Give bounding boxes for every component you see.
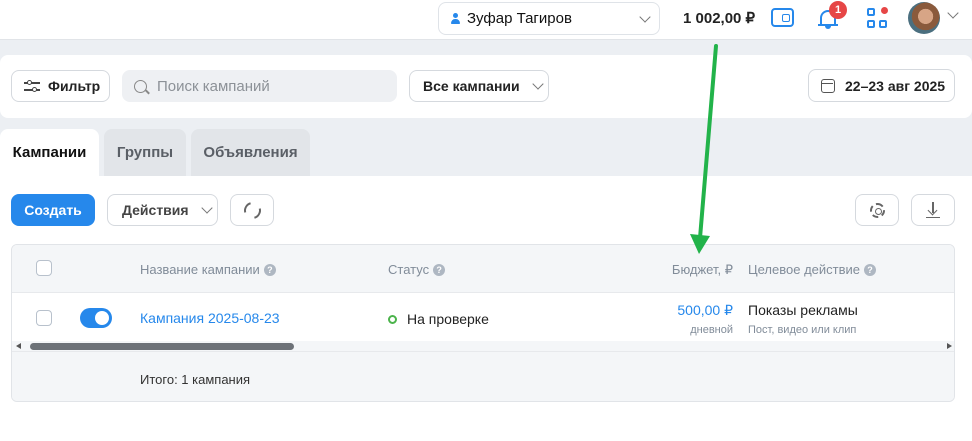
table-footer: Итого: 1 кампания — [12, 351, 954, 401]
download-button[interactable] — [911, 194, 955, 226]
filter-button-label: Фильтр — [48, 78, 101, 94]
campaign-filter-label: Все кампании — [423, 78, 520, 94]
search-box[interactable] — [122, 70, 397, 102]
apps-notification-dot — [881, 7, 888, 14]
campaigns-panel: Создать Действия Название кампании ? Ста… — [0, 176, 972, 441]
scrollbar-thumb[interactable] — [30, 343, 294, 350]
status-label: На проверке — [407, 311, 489, 327]
create-button[interactable]: Создать — [11, 194, 95, 226]
column-name-label: Название кампании — [140, 262, 260, 277]
budget-type: дневной — [690, 324, 733, 336]
help-icon[interactable]: ? — [433, 263, 446, 276]
status-badge: На проверке — [388, 311, 489, 327]
table-settings-button[interactable] — [855, 194, 899, 226]
filter-bar: Фильтр Все кампании 22–23 авг 2025 — [0, 55, 972, 118]
column-status-label: Статус — [388, 262, 430, 277]
avatar[interactable] — [908, 2, 940, 34]
column-status[interactable]: Статус ? — [388, 262, 446, 277]
chevron-down-icon — [531, 78, 544, 90]
horizontal-scrollbar[interactable] — [12, 341, 954, 351]
budget-value[interactable]: 500,00 ₽ — [677, 302, 733, 319]
total-count: Итого: 1 кампания — [140, 372, 251, 387]
notifications-badge: 1 — [829, 1, 847, 19]
wallet-icon[interactable] — [771, 8, 794, 27]
column-budget[interactable]: Бюджет, ₽ — [672, 262, 733, 278]
help-icon[interactable]: ? — [263, 263, 276, 276]
target-action: Показы рекламы — [748, 302, 858, 318]
tab-campaigns[interactable]: Кампании — [0, 129, 99, 176]
column-budget-label: Бюджет, ₽ — [671, 262, 733, 277]
actions-label: Действия — [122, 202, 189, 218]
column-target-label: Целевое действие — [748, 262, 860, 277]
campaign-filter-dropdown[interactable]: Все кампании — [409, 70, 549, 102]
target-action-sub: Пост, видео или клип — [748, 324, 857, 336]
bell-icon[interactable]: 1 — [817, 1, 847, 30]
download-icon — [926, 202, 940, 218]
scroll-right-icon[interactable] — [947, 343, 952, 349]
balance-value[interactable]: 1 002,00 ₽ — [683, 9, 755, 27]
filter-button[interactable]: Фильтр — [11, 70, 110, 102]
select-all-checkbox[interactable] — [36, 260, 52, 276]
column-target[interactable]: Целевое действие ? — [748, 262, 876, 277]
column-name[interactable]: Название кампании ? — [140, 262, 276, 277]
campaign-toggle[interactable] — [80, 308, 112, 328]
apps-grid-icon[interactable] — [867, 7, 888, 29]
tab-ads[interactable]: Объявления — [191, 129, 310, 176]
account-selector[interactable]: Зуфар Тагиров — [438, 2, 660, 35]
chevron-down-icon — [200, 202, 213, 214]
chevron-down-icon[interactable] — [947, 7, 959, 19]
search-input[interactable] — [157, 77, 387, 95]
gear-icon — [869, 202, 885, 218]
campaign-name-link[interactable]: Кампания 2025-08-23 — [140, 310, 280, 326]
search-icon — [134, 79, 147, 93]
row-checkbox[interactable] — [36, 310, 52, 326]
top-bar: Зуфар Тагиров 1 002,00 ₽ 1 — [0, 0, 972, 40]
actions-dropdown[interactable]: Действия — [107, 194, 218, 226]
table-row[interactable]: Кампания 2025-08-23 На проверке 500,00 ₽… — [12, 294, 954, 341]
sliders-icon — [24, 79, 40, 93]
date-range-label: 22–23 авг 2025 — [845, 77, 946, 94]
calendar-icon — [821, 78, 835, 93]
account-name: Зуфар Тагиров — [467, 10, 572, 27]
tab-groups[interactable]: Группы — [104, 129, 186, 176]
help-icon[interactable]: ? — [864, 263, 876, 276]
refresh-icon — [240, 198, 264, 222]
person-icon — [451, 12, 461, 25]
table-header: Название кампании ? Статус ? Бюджет, ₽ Ц… — [12, 245, 954, 293]
chevron-down-icon — [639, 10, 651, 23]
status-dot-icon — [388, 314, 397, 324]
refresh-button[interactable] — [230, 194, 274, 226]
campaigns-table: Название кампании ? Статус ? Бюджет, ₽ Ц… — [11, 244, 955, 402]
scroll-left-icon[interactable] — [16, 343, 21, 349]
date-range-picker[interactable]: 22–23 авг 2025 — [808, 69, 955, 102]
